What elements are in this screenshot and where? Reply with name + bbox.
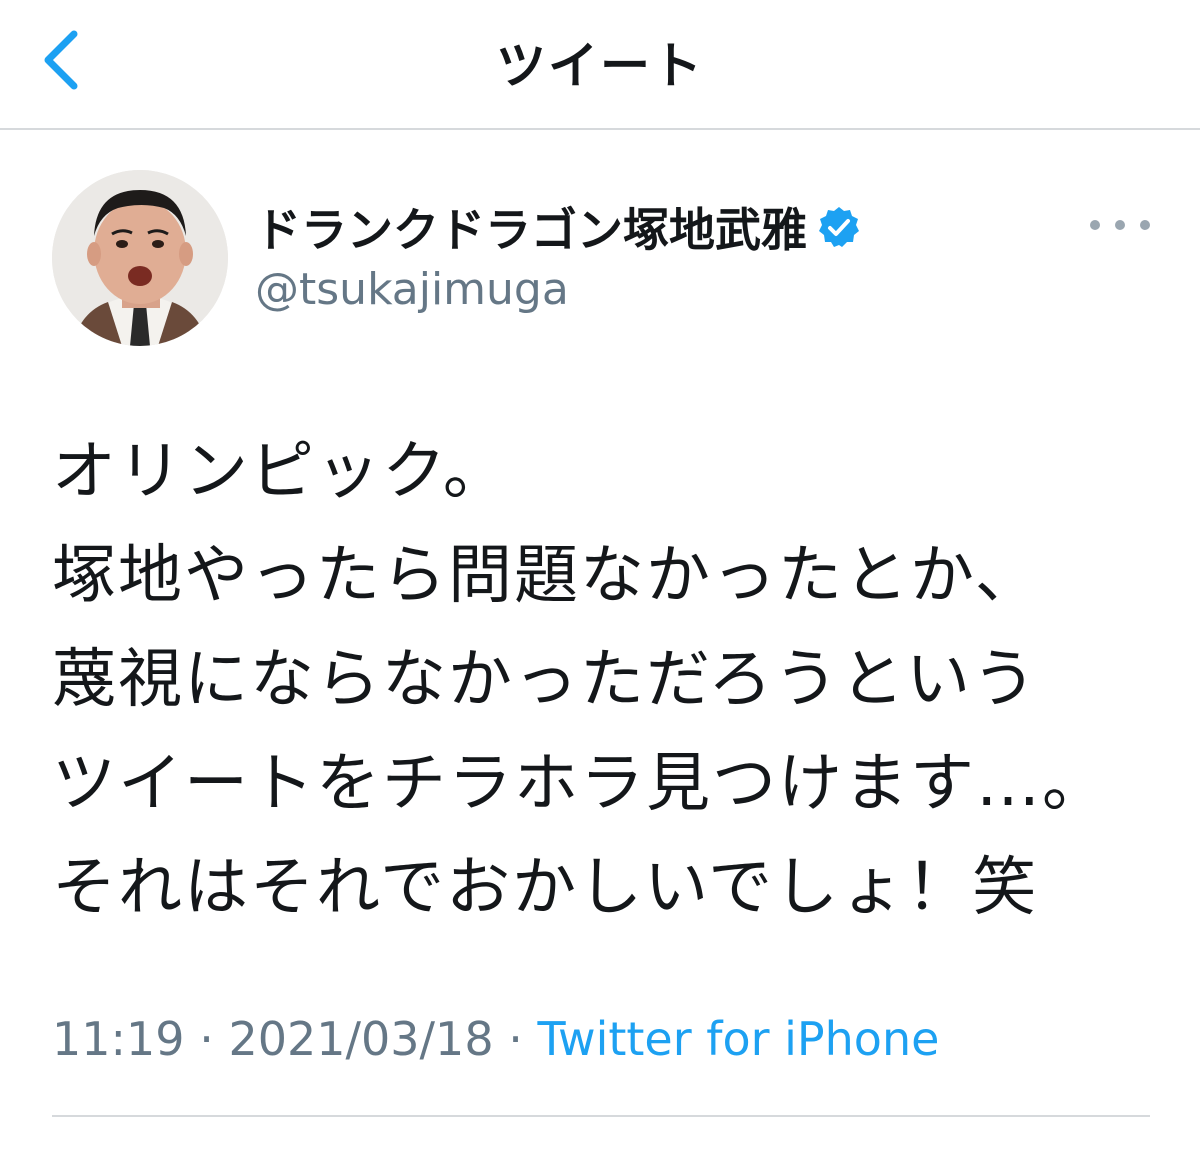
author-handle[interactable]: @tsukajimuga [255, 264, 569, 315]
avatar[interactable] [52, 170, 228, 346]
navigation-bar: ツイート [0, 0, 1200, 130]
separator: · [199, 1012, 214, 1066]
tweet-text: オリンピック。 塚地やったら問題なかったとか、 蔑視にならなかっただろうという … [52, 420, 1172, 940]
tweet-line: 蔑視にならなかっただろうという [52, 643, 1039, 717]
profile-photo [52, 170, 228, 346]
display-name[interactable]: ドランクドラゴン塚地武雅 [255, 194, 807, 260]
tweet-time: 11:19 [52, 1012, 185, 1066]
divider [52, 1115, 1150, 1117]
author-name-row: ドランクドラゴン塚地武雅 [255, 192, 861, 262]
verified-badge-icon [819, 207, 859, 247]
more-horizontal-icon [1090, 220, 1100, 230]
separator: · [508, 1012, 523, 1066]
tweet-line: ツイートをチラホラ見つけます…。 [52, 747, 1108, 821]
tweet-metadata: 11:19 · 2021/03/18 · Twitter for iPhone [52, 1012, 939, 1066]
more-options-button[interactable] [1090, 208, 1150, 242]
tweet-line: それはそれでおかしいでしょ！笑 [52, 851, 1039, 925]
tweet-source-link[interactable]: Twitter for iPhone [537, 1012, 939, 1066]
tweet-line: オリンピック。 [52, 435, 509, 509]
tweet-line: 塚地やったら問題なかったとか、 [52, 539, 1041, 613]
page-title: ツイート [496, 37, 704, 95]
tweet-date: 2021/03/18 [228, 1012, 494, 1066]
